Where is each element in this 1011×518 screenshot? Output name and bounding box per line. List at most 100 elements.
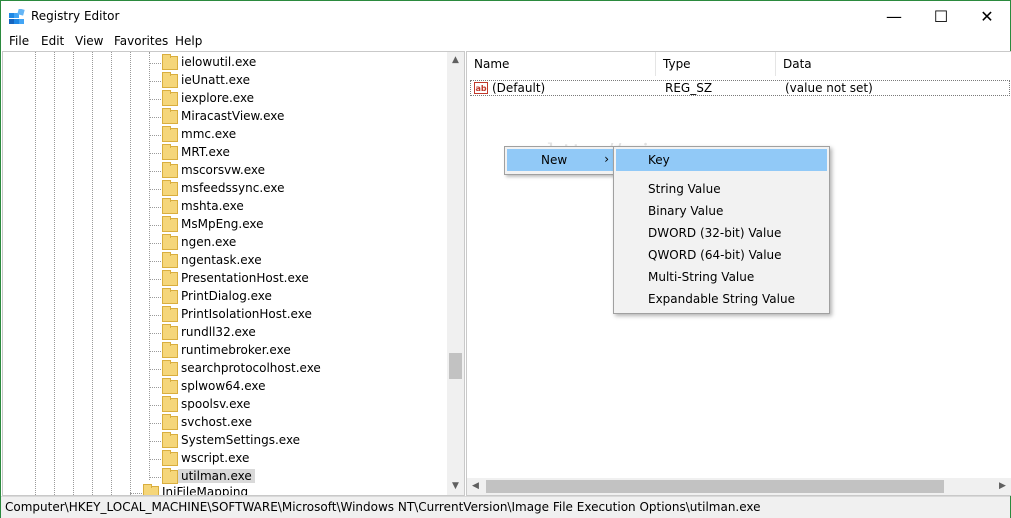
folder-icon [162,324,178,340]
status-bar: Computer\HKEY_LOCAL_MACHINE\SOFTWARE\Mic… [1,496,1010,518]
submenu-label: Key [648,153,670,167]
tree-item-label: mshta.exe [181,199,244,213]
menu-file[interactable]: File [9,34,29,48]
tree-item[interactable]: mmc.exe [149,126,464,144]
context-menu: New › [504,146,617,175]
folder-icon [162,144,178,160]
tree-item[interactable]: ielowutil.exe [149,54,464,72]
tree-vertical-scrollbar[interactable]: ▲ ▼ [447,52,464,495]
tree-item-label: wscript.exe [181,451,250,465]
values-horizontal-scrollbar[interactable]: ◀ ▶ [467,478,1011,495]
tree-item[interactable]: searchprotocolhost.exe [149,360,464,378]
folder-icon [162,450,178,466]
folder-icon [162,252,178,268]
folder-icon [162,90,178,106]
tree-item[interactable]: PresentationHost.exe [149,270,464,288]
tree-item[interactable]: wscript.exe [149,450,464,468]
tree-item[interactable]: ngen.exe [149,234,464,252]
minimize-button[interactable]: — [871,1,917,32]
scroll-down-arrow-icon[interactable]: ▼ [447,478,464,495]
column-header-type[interactable]: Type [656,52,776,76]
folder-icon [162,432,178,448]
tree-item[interactable]: MiracastView.exe [149,108,464,126]
new-submenu: Key String Value Binary Value DWORD (32-… [613,146,830,314]
column-header-data[interactable]: Data [776,52,1011,76]
tree-item-label: MRT.exe [181,145,230,159]
tree-item[interactable]: mscorsvw.exe [149,162,464,180]
submenu-item-key[interactable]: Key [616,149,827,171]
tree-item-partial[interactable]: IniFileMapping [130,484,450,495]
tree-item[interactable]: MsMpEng.exe [149,216,464,234]
menu-bar: File Edit View Favorites Help [1,32,1010,52]
folder-icon [162,360,178,376]
scroll-thumb[interactable] [486,480,944,493]
tree-item-label: iexplore.exe [181,91,255,105]
folder-icon [162,468,178,484]
tree-item-label: PrintDialog.exe [181,289,272,303]
tree-item-label: PrintIsolationHost.exe [181,307,312,321]
tree-item[interactable]: ieUnatt.exe [149,72,464,90]
value-type: REG_SZ [665,81,713,95]
tree-item[interactable]: iexplore.exe [149,90,464,108]
submenu-item-binary-value[interactable]: Binary Value [616,200,827,222]
scroll-left-arrow-icon[interactable]: ◀ [467,478,484,495]
value-row[interactable]: ab (Default) REG_SZ (value not set) [470,80,1010,96]
folder-icon [162,216,178,232]
close-button[interactable]: ✕ [964,1,1010,32]
folder-icon [162,126,178,142]
column-header-name[interactable]: Name [467,52,656,76]
context-menu-new[interactable]: New › [507,149,614,171]
folder-icon [162,306,178,322]
folder-icon [162,108,178,124]
folder-icon [162,414,178,430]
tree-item-label: ieUnatt.exe [181,73,250,87]
status-path: Computer\HKEY_LOCAL_MACHINE\SOFTWARE\Mic… [5,500,761,514]
submenu-label: Binary Value [648,204,724,218]
tree-item[interactable]: spoolsv.exe [149,396,464,414]
tree-item[interactable]: PrintIsolationHost.exe [149,306,464,324]
tree-item-label: mmc.exe [181,127,237,141]
tree-item-label: mscorsvw.exe [181,163,265,177]
registry-tree-pane[interactable]: ielowutil.exe ieUnatt.exe iexplore.exe Mira… [2,51,465,496]
tree-item[interactable]: splwow64.exe [149,378,464,396]
tree-item[interactable]: msfeedssync.exe [149,180,464,198]
tree-guide-lines [3,52,163,495]
tree-item-label: msfeedssync.exe [181,181,285,195]
tree-item-label: searchprotocolhost.exe [181,361,321,375]
tree-item-label: splwow64.exe [181,379,266,393]
submenu-item-string-value[interactable]: String Value [616,178,827,200]
folder-icon [143,484,159,495]
tree-item-label: spoolsv.exe [181,397,251,411]
tree-item[interactable]: svchost.exe [149,414,464,432]
submenu-label: Multi-String Value [648,270,755,284]
window-title: Registry Editor [31,9,120,23]
maximize-button[interactable]: ☐ [918,1,964,32]
tree-item[interactable]: ngentask.exe [149,252,464,270]
tree-item[interactable]: rundll32.exe [149,324,464,342]
title-bar[interactable]: Registry Editor — ☐ ✕ [1,1,1010,32]
submenu-item-expandable-string-value[interactable]: Expandable String Value [616,288,827,310]
menu-favorites[interactable]: Favorites [114,34,168,48]
folder-icon [162,288,178,304]
submenu-item-dword-value[interactable]: DWORD (32-bit) Value [616,222,827,244]
submenu-item-qword-value[interactable]: QWORD (64-bit) Value [616,244,827,266]
scroll-thumb[interactable] [449,353,462,379]
tree-item[interactable]: MRT.exe [149,144,464,162]
menu-view[interactable]: View [75,34,103,48]
submenu-item-multi-string-value[interactable]: Multi-String Value [616,266,827,288]
submenu-label: Expandable String Value [648,292,795,306]
scroll-right-arrow-icon[interactable]: ▶ [994,478,1011,495]
tree-item[interactable]: runtimebroker.exe [149,342,464,360]
tree-item-label: svchost.exe [181,415,252,429]
menu-help[interactable]: Help [175,34,202,48]
scroll-up-arrow-icon[interactable]: ▲ [447,52,464,69]
folder-icon [162,234,178,250]
menu-edit[interactable]: Edit [41,34,64,48]
tree-item-label: utilman.exe [178,469,255,483]
tree-item-label: PresentationHost.exe [181,271,309,285]
tree-item[interactable]: SystemSettings.exe [149,432,464,450]
registry-editor-window: Registry Editor — ☐ ✕ File Edit View Fav… [0,0,1011,518]
tree-item[interactable]: PrintDialog.exe [149,288,464,306]
tree-item-label: ngentask.exe [181,253,262,267]
tree-item[interactable]: mshta.exe [149,198,464,216]
